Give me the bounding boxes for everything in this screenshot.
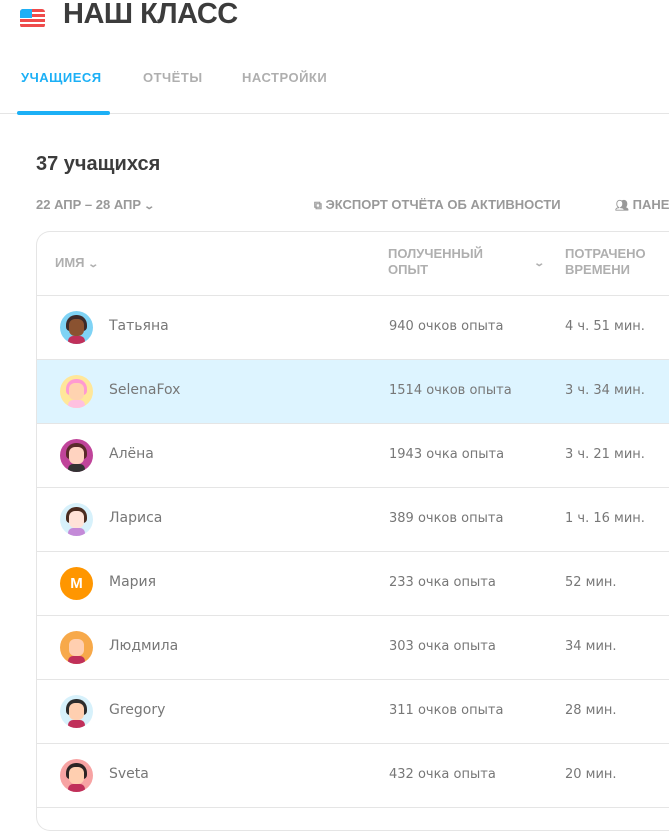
student-xp: 311 очков опыта [389,703,504,718]
panel-label: ПАНЕ [632,197,669,212]
student-name[interactable]: Лариса [109,510,162,526]
active-tab-indicator [17,111,110,115]
column-time-label-1: ПОТРАЧЕНО [565,246,646,261]
avatar [60,439,93,472]
table-row[interactable]: М Мария 233 очка опыта 52 мин. [37,552,669,616]
chevron-down-icon: ⌄ [143,201,156,212]
avatar [60,311,93,344]
avatar [60,631,93,664]
avatar-body [68,336,85,344]
avatar-face [69,639,84,656]
student-name[interactable]: SelenaFox [109,382,180,398]
table-row[interactable]: Алёна 1943 очка опыта 3 ч. 21 мин. [37,424,669,488]
avatar-body [68,656,85,664]
us-flag-icon [20,9,45,28]
avatar [60,503,93,536]
sort-chevron-icon[interactable]: ⌄ [531,254,545,272]
avatar-face [69,767,84,784]
column-xp-label-2: ОПЫТ [388,262,429,277]
student-name[interactable]: Sveta [109,766,149,782]
student-name[interactable]: Gregory [109,702,165,718]
avatar-body [68,464,85,472]
student-xp: 432 очка опыта [389,767,496,782]
avatar-face [69,511,84,528]
column-name-label: ИМЯ [55,255,85,270]
student-name[interactable]: Людмила [109,638,178,654]
student-xp: 233 очка опыта [389,575,496,590]
table-row[interactable]: Лариса 389 очков опыта 1 ч. 16 мин. [37,488,669,552]
avatar-face [69,703,84,720]
table-row[interactable]: Gregory 311 очков опыта 28 мин. [37,680,669,744]
student-time: 52 мин. [565,575,617,590]
tab-students[interactable]: УЧАЩИЕСЯ [21,70,102,85]
export-activity-button[interactable]: ⧉ ЭКСПОРТ ОТЧЁТА ОБ АКТИВНОСТИ [314,197,561,213]
users-icon: 👥︎ [615,200,629,212]
tab-reports[interactable]: ОТЧЁТЫ [143,70,203,85]
student-time: 4 ч. 51 мин. [565,319,645,334]
avatar-face [69,319,84,336]
student-xp: 940 очков опыта [389,319,504,334]
avatar [60,375,93,408]
student-time: 3 ч. 21 мин. [565,447,645,462]
panel-button[interactable]: 👥︎ ПАНЕ [615,197,669,212]
student-name[interactable]: Мария [109,574,156,590]
student-xp: 389 очков опыта [389,511,504,526]
student-time: 1 ч. 16 мин. [565,511,645,526]
student-time: 3 ч. 34 мин. [565,383,645,398]
table-row[interactable]: SelenaFox 1514 очков опыта 3 ч. 34 мин. [37,360,669,424]
avatar-body [68,400,85,408]
student-time: 28 мин. [565,703,617,718]
student-name[interactable]: Алёна [109,446,154,462]
table-row[interactable]: Людмила 303 очка опыта 34 мин. [37,616,669,680]
students-table: ИМЯ ⌄ ПОЛУЧЕННЫЙ ОПЫТ ⌄ ПОТРАЧЕНО ВРЕМЕНИ… [36,231,669,831]
page-title: НАШ КЛАСС [63,0,238,30]
tab-bar: НАШ КЛАСС УЧАЩИЕСЯ ОТЧЁТЫ НАСТРОЙКИ [0,0,669,115]
avatar-face [69,383,84,400]
student-time: 34 мин. [565,639,617,654]
date-range-dropdown[interactable]: 22 АПР – 28 АПР ⌄ [36,197,156,212]
avatar-face [69,447,84,464]
avatar: М [60,567,93,600]
table-row[interactable]: Татьяна 940 очков опыта 4 ч. 51 мин. [37,296,669,360]
column-header-xp[interactable]: ПОЛУЧЕННЫЙ ОПЫТ [388,246,483,278]
student-count: 37 учащихся [36,153,161,175]
student-xp: 303 очка опыта [389,639,496,654]
avatar-body [68,784,85,792]
avatar-letter: М [70,575,83,592]
avatar [60,695,93,728]
column-time-label-2: ВРЕМЕНИ [565,262,630,277]
external-link-icon: ⧉ [314,200,322,212]
avatar-body [68,528,85,536]
avatar [60,759,93,792]
export-label: ЭКСПОРТ ОТЧЁТА ОБ АКТИВНОСТИ [325,197,561,212]
column-header-name[interactable]: ИМЯ ⌄ [55,255,99,273]
student-xp: 1943 очка опыта [389,447,505,462]
avatar-body [68,720,85,728]
student-name[interactable]: Татьяна [109,318,169,334]
column-header-time[interactable]: ПОТРАЧЕНО ВРЕМЕНИ [565,246,646,278]
chevron-down-icon: ⌄ [86,259,99,270]
student-xp: 1514 очков опыта [389,383,512,398]
table-row[interactable]: Sveta 432 очка опыта 20 мин. [37,744,669,808]
student-time: 20 мин. [565,767,617,782]
column-xp-label-1: ПОЛУЧЕННЫЙ [388,246,483,261]
date-range-label: 22 АПР – 28 АПР [36,197,142,212]
tab-settings[interactable]: НАСТРОЙКИ [242,70,327,85]
